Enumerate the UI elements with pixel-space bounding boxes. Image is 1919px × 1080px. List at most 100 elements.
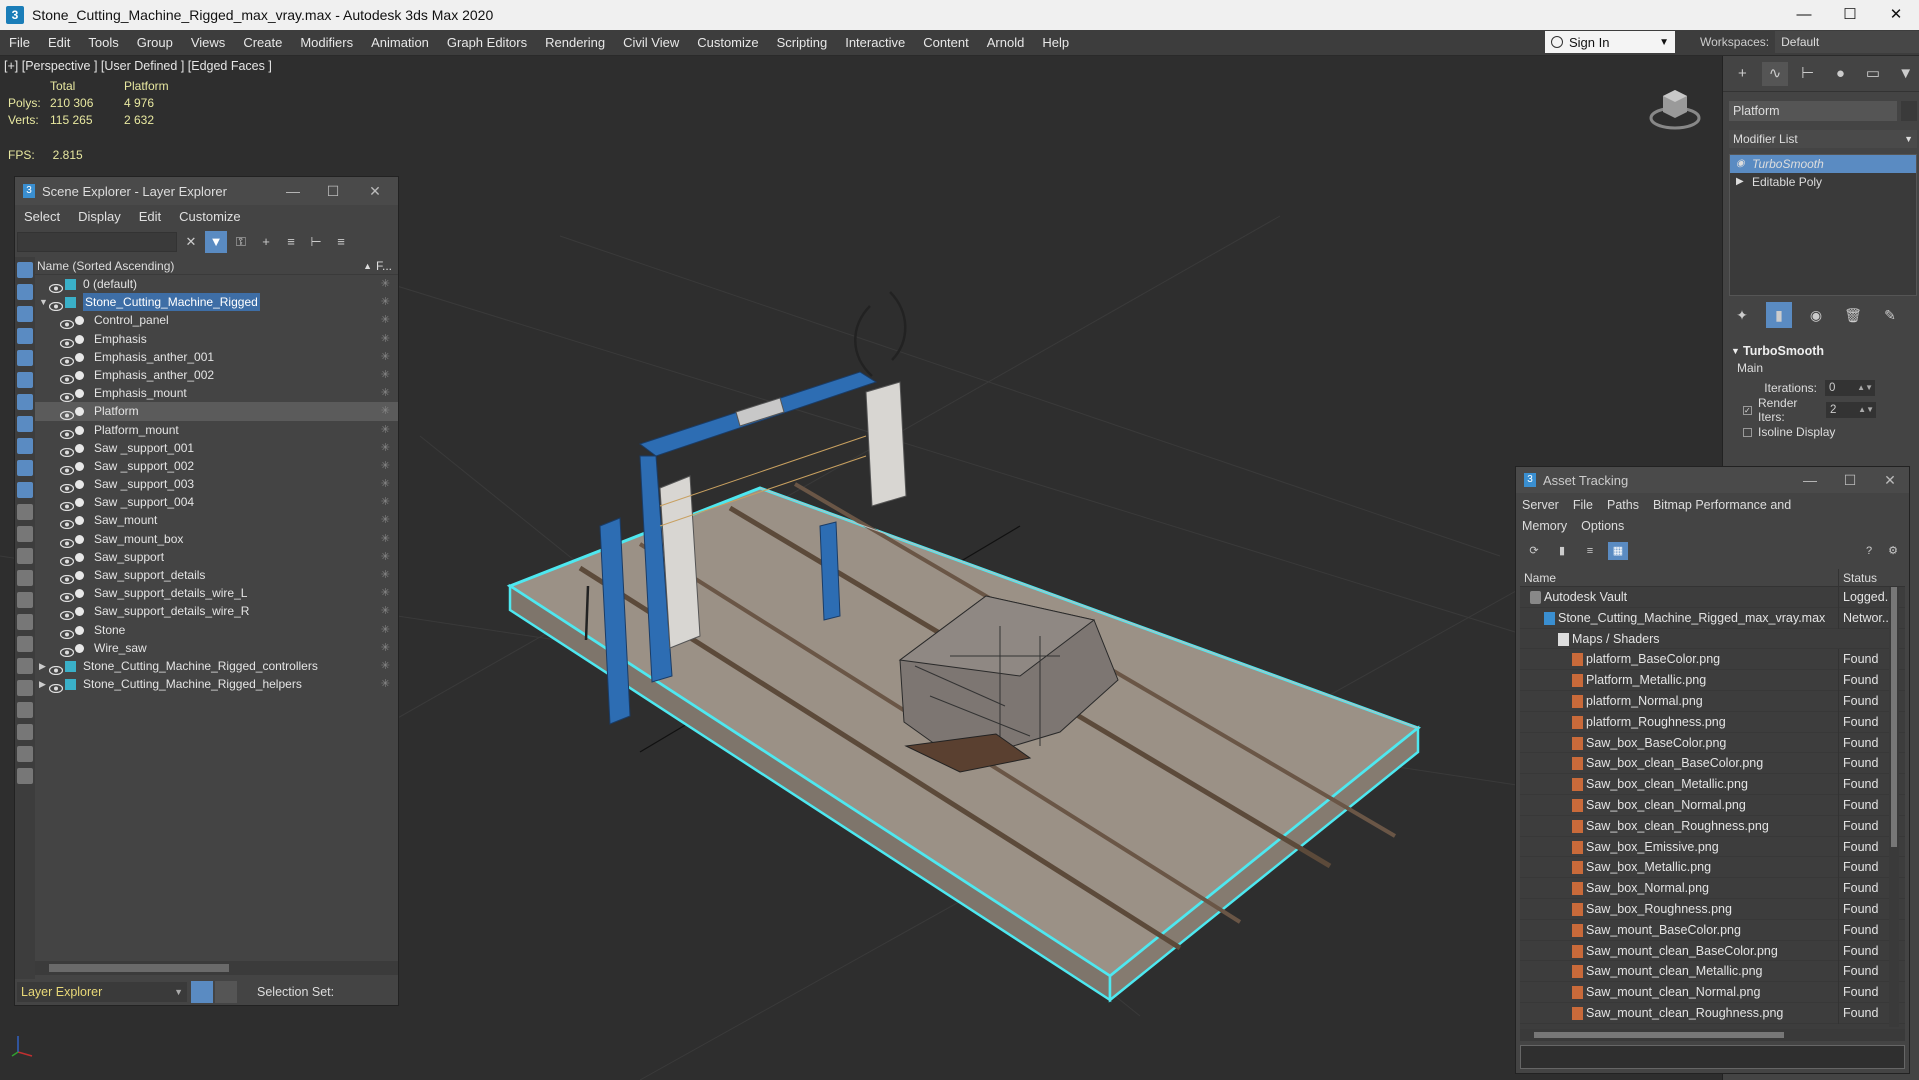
menu-animation[interactable]: Animation [362, 30, 438, 56]
workspace-dropdown[interactable]: Default ▼ [1775, 31, 1919, 53]
menu-tools[interactable]: Tools [79, 30, 127, 56]
asset-row[interactable]: Saw_mount_BaseColor.png Found [1520, 919, 1905, 941]
object-row[interactable]: Stone ✳ [35, 621, 398, 639]
rollout-header[interactable]: ▼ TurboSmooth [1729, 342, 1917, 360]
freeze-icon[interactable]: ✳ [381, 457, 390, 475]
iterations-spinner[interactable]: 0 ▲▼ [1825, 380, 1875, 396]
asset-row[interactable]: Saw_box_Metallic.png Found [1520, 857, 1905, 879]
freeze-icon[interactable]: ✳ [381, 366, 390, 384]
visibility-eye-icon[interactable] [59, 353, 75, 366]
hierarchy-explorer-icon[interactable] [215, 981, 237, 1003]
scrollbar-thumb[interactable] [49, 964, 229, 972]
object-row[interactable]: Emphasis_anther_002 ✳ [35, 366, 398, 385]
menu-group[interactable]: Group [128, 30, 182, 56]
object-row[interactable]: Saw_mount ✳ [35, 511, 398, 530]
sign-in-dropdown[interactable]: Sign In ▼ [1545, 31, 1675, 53]
asset-row[interactable]: Saw_box_clean_Roughness.png Found [1520, 815, 1905, 837]
maximize-button[interactable]: ☐ [1827, 0, 1873, 30]
display-filter-icon[interactable] [17, 460, 33, 476]
asset-row[interactable]: Saw_mount_clean_BaseColor.png Found [1520, 940, 1905, 962]
visibility-eye-icon[interactable] [59, 644, 75, 657]
utilities-tab-icon[interactable]: ▼ [1892, 62, 1919, 86]
horizontal-scrollbar[interactable] [35, 961, 398, 975]
explorer-type-dropdown[interactable]: Layer Explorer ▼ [17, 982, 187, 1002]
minimize-button[interactable]: — [1781, 0, 1827, 30]
freeze-icon[interactable]: ✳ [381, 657, 390, 675]
layer-row[interactable]: ▼ Stone_Cutting_Machine_Rigged ✳ [35, 293, 398, 312]
asset-row[interactable]: Saw_mount_clean_Metallic.png Found [1520, 961, 1905, 983]
configure-sets-icon[interactable]: ✎ [1877, 302, 1903, 328]
display-filter-icon[interactable] [17, 328, 33, 344]
display-filter-icon[interactable] [17, 592, 33, 608]
menu-content[interactable]: Content [914, 30, 978, 56]
freeze-icon[interactable]: ✳ [381, 275, 390, 293]
layer-row[interactable]: 0 (default) ✳ [35, 275, 398, 294]
se-menu-select[interactable]: Select [15, 209, 69, 224]
display-filter-icon[interactable] [17, 702, 33, 718]
display-filter-icon[interactable] [17, 548, 33, 564]
status-column-header[interactable]: Status [1838, 569, 1877, 587]
freeze-icon[interactable]: ✳ [381, 293, 390, 311]
visibility-eye-icon[interactable] [59, 626, 75, 639]
display-filter-icon[interactable] [17, 658, 33, 674]
name-column-header[interactable]: Name [1524, 569, 1556, 587]
object-row[interactable]: Saw_mount_box ✳ [35, 530, 398, 548]
object-row[interactable]: Saw _support_004 ✳ [35, 493, 398, 512]
menu-modifiers[interactable]: Modifiers [291, 30, 362, 56]
se-menu-display[interactable]: Display [69, 209, 130, 224]
visibility-eye-icon[interactable] [59, 535, 75, 548]
freeze-icon[interactable]: ✳ [381, 402, 390, 420]
list-view-icon[interactable]: ▮ [1552, 542, 1572, 560]
object-row[interactable]: Saw_support_details_wire_R ✳ [35, 602, 398, 621]
visibility-eye-icon[interactable] [48, 280, 64, 294]
menu-arnold[interactable]: Arnold [978, 30, 1034, 56]
display-filter-icon[interactable] [17, 262, 33, 278]
display-filter-icon[interactable] [17, 482, 33, 498]
at-menu-server[interactable]: Server [1522, 498, 1559, 512]
visibility-eye-icon[interactable] [59, 335, 75, 348]
display-tab-icon[interactable]: ▭ [1860, 62, 1887, 86]
freeze-icon[interactable]: ✳ [381, 511, 390, 529]
asset-row[interactable]: platform_BaseColor.png Found [1520, 649, 1905, 671]
menu-graph-editors[interactable]: Graph Editors [438, 30, 536, 56]
asset-row[interactable]: Saw_box_clean_BaseColor.png Found [1520, 753, 1905, 775]
object-row[interactable]: Emphasis_anther_001 ✳ [35, 348, 398, 366]
freeze-icon[interactable]: ✳ [381, 639, 390, 657]
visibility-eye-icon[interactable] [48, 662, 64, 676]
object-row[interactable]: Saw_support_details_wire_L ✳ [35, 584, 398, 603]
visibility-eye-icon[interactable] [59, 407, 75, 421]
freeze-icon[interactable]: ✳ [381, 493, 390, 511]
se-menu-customize[interactable]: Customize [170, 209, 249, 224]
viewcube-icon[interactable] [1645, 76, 1705, 136]
visibility-eye-icon[interactable] [48, 298, 64, 312]
render-iters-spinner[interactable]: 2 ▲▼ [1826, 402, 1876, 418]
visibility-eye-icon[interactable] [59, 444, 75, 457]
visibility-eye-icon[interactable] [59, 516, 75, 530]
at-menu-file[interactable]: File [1573, 498, 1593, 512]
collapse-icon[interactable]: ▼ [39, 293, 49, 311]
name-column-header[interactable]: Name (Sorted Ascending) [37, 259, 174, 273]
close-button[interactable]: ✕ [1873, 0, 1919, 30]
spinner-arrows-icon[interactable]: ▲▼ [1857, 380, 1873, 396]
modifier-list-dropdown[interactable]: Modifier List ▼ [1729, 130, 1917, 148]
asset-row[interactable]: Platform_Metallic.png Found [1520, 670, 1905, 691]
menu-rendering[interactable]: Rendering [536, 30, 614, 56]
maximize-button[interactable]: ☐ [313, 177, 353, 205]
vertical-scrollbar[interactable] [1889, 587, 1899, 1027]
minimize-button[interactable]: — [1790, 467, 1830, 493]
asset-row[interactable]: Saw_box_clean_Metallic.png Found [1520, 774, 1905, 795]
visibility-eye-icon[interactable] [59, 371, 75, 385]
stack-icon[interactable]: ≡ [330, 231, 352, 253]
asset-row[interactable]: Saw_box_Normal.png Found [1520, 878, 1905, 899]
asset-row[interactable]: Saw_box_Roughness.png Found [1520, 898, 1905, 920]
freeze-column-header[interactable]: F... [376, 257, 392, 275]
display-filter-icon[interactable] [17, 636, 33, 652]
display-filter-icon[interactable] [17, 526, 33, 542]
search-input[interactable] [17, 232, 177, 252]
render-iters-checkbox[interactable]: ✓ [1743, 405, 1752, 415]
menu-edit[interactable]: Edit [39, 30, 79, 56]
asset-row[interactable]: platform_Roughness.png Found [1520, 711, 1905, 733]
hierarchy-tab-icon[interactable]: ⊢ [1794, 62, 1821, 86]
minimize-button[interactable]: — [273, 177, 313, 205]
freeze-icon[interactable]: ✳ [381, 348, 390, 366]
